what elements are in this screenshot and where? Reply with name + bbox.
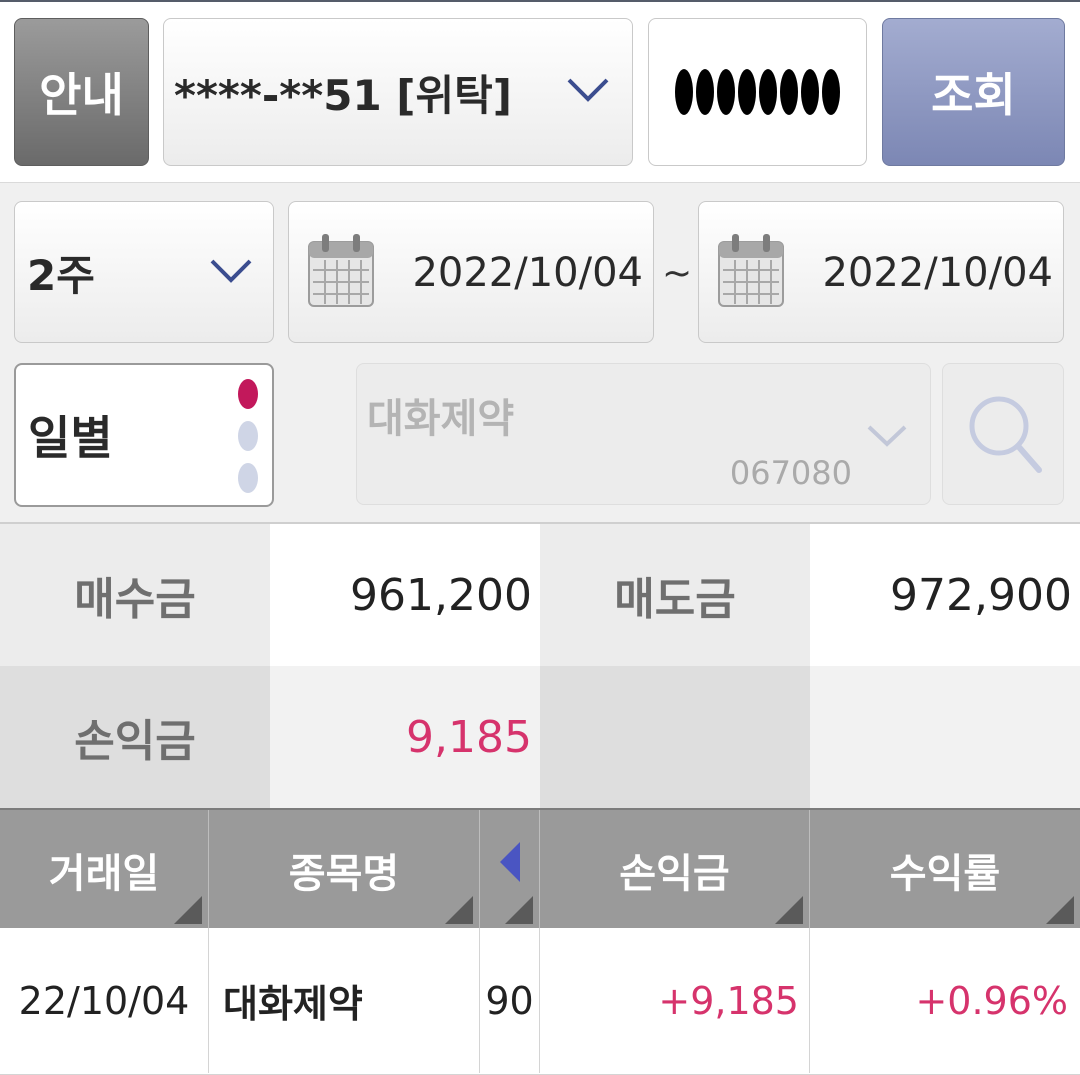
chevron-down-icon xyxy=(567,78,609,102)
table-header: 거래일 종목명 손익금 수익률 xyxy=(0,808,1080,930)
chevron-down-icon xyxy=(210,259,252,283)
column-scroll-left-button[interactable] xyxy=(480,810,540,930)
sort-corner-icon xyxy=(445,896,473,924)
buy-amount-value: 961,200 xyxy=(270,524,540,666)
arrow-left-icon xyxy=(499,842,520,882)
end-date: 2022/10/04 xyxy=(822,250,1053,296)
sort-corner-icon xyxy=(775,896,803,924)
header-stock-name[interactable]: 종목명 xyxy=(209,810,480,930)
sort-corner-icon xyxy=(1046,896,1074,924)
password-input[interactable] xyxy=(648,18,867,166)
sell-amount-value: 972,900 xyxy=(810,524,1080,666)
sort-corner-icon xyxy=(505,896,533,924)
stock-select[interactable]: 대화제약 067080 xyxy=(356,363,931,505)
start-date-picker[interactable]: 2022/10/04 xyxy=(288,201,654,343)
table-row[interactable]: 22/10/04 대화제약 90 +9,185 +0.96% xyxy=(0,928,1080,1075)
start-date: 2022/10/04 xyxy=(412,250,643,296)
sort-corner-icon xyxy=(174,896,202,924)
cell-trade-date: 22/10/04 xyxy=(0,928,209,1073)
stock-name: 대화제약 xyxy=(367,396,515,442)
calendar-icon xyxy=(718,234,784,307)
info-button[interactable]: 안내 xyxy=(14,18,149,166)
filter-panel: 2주 2022/10/04 ~ 2022/10/04 일별 대화제약 06708… xyxy=(0,182,1080,522)
sell-amount-label: 매도금 xyxy=(540,524,810,666)
summary-panel: 매수금 961,200 매도금 972,900 손익금 9,185 xyxy=(0,522,1080,808)
password-mask xyxy=(675,69,840,115)
account-number: ****-**51 [위탁] xyxy=(174,70,512,120)
empty-cell xyxy=(540,666,810,808)
account-bar: 안내 ****-**51 [위탁] 조회 xyxy=(0,2,1080,182)
cell-return-rate: +0.96% xyxy=(915,978,1068,1023)
empty-cell xyxy=(810,666,1080,808)
end-date-picker[interactable]: 2022/10/04 xyxy=(698,201,1064,343)
header-return-rate[interactable]: 수익률 xyxy=(810,810,1080,930)
stock-code: 067080 xyxy=(729,454,852,492)
page-indicator xyxy=(238,421,258,451)
pnl-value: 9,185 xyxy=(270,666,540,808)
view-mode-toggle[interactable]: 일별 xyxy=(14,363,274,507)
cell-quantity: 90 xyxy=(480,928,540,1073)
stock-search-button[interactable] xyxy=(942,363,1064,505)
chevron-down-icon xyxy=(867,425,907,447)
calendar-icon xyxy=(308,234,374,307)
cell-stock-name: 대화제약 xyxy=(209,928,480,1073)
cell-pnl: +9,185 xyxy=(540,928,810,1073)
search-icon xyxy=(969,396,1042,473)
query-button[interactable]: 조회 xyxy=(882,18,1065,166)
page-indicator xyxy=(238,463,258,493)
page-indicator-active xyxy=(238,379,258,409)
view-mode-label: 일별 xyxy=(28,411,113,465)
pnl-label: 손익금 xyxy=(0,666,270,808)
account-select[interactable]: ****-**51 [위탁] xyxy=(163,18,633,166)
period-value: 2주 xyxy=(27,250,95,300)
buy-amount-label: 매수금 xyxy=(0,524,270,666)
header-pnl[interactable]: 손익금 xyxy=(540,810,810,930)
date-range-separator: ~ xyxy=(662,253,693,294)
header-trade-date[interactable]: 거래일 xyxy=(0,810,209,930)
period-select[interactable]: 2주 xyxy=(14,201,274,343)
